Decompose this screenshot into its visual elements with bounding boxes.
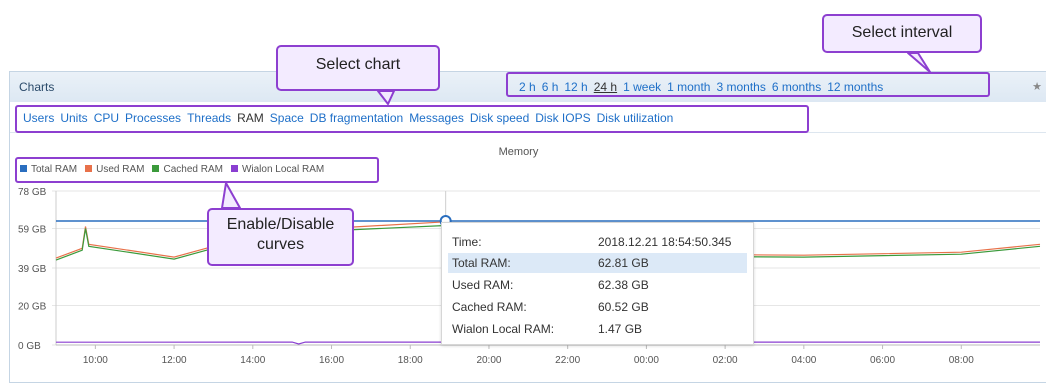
chart-tooltip: Time: 2018.12.21 18:54:50.345 Total RAM: 62…	[441, 222, 754, 345]
callout-pointer-interval	[907, 52, 931, 73]
callout-select-interval-text: Select interval	[851, 24, 953, 41]
x-tick-label: 16:00	[319, 355, 344, 366]
tooltip-value: 60.52 GB	[598, 300, 649, 314]
x-tick-label: 22:00	[555, 355, 580, 366]
x-tick-label: 06:00	[870, 355, 895, 366]
tooltip-row: Wialon Local RAM: 1.47 GB	[448, 319, 747, 339]
interval-outline	[506, 72, 990, 97]
legend-outline	[15, 157, 379, 183]
y-tick-label: 20 GB	[18, 302, 47, 313]
tooltip-value: 2018.12.21 18:54:50.345	[598, 235, 732, 249]
x-tick-label: 12:00	[162, 355, 187, 366]
tooltip-row: Total RAM: 62.81 GB	[448, 253, 747, 273]
tooltip-key: Cached RAM:	[452, 300, 527, 314]
callout-enable-disable-text: Enable/Disable curves	[226, 216, 335, 253]
x-tick-label: 04:00	[791, 355, 816, 366]
x-tick-label: 20:00	[476, 355, 501, 366]
x-tick-label: 02:00	[713, 355, 738, 366]
callout-pointer-chart	[377, 90, 395, 105]
callout-select-chart-text: Select chart	[315, 56, 401, 73]
tooltip-row: Used RAM: 62.38 GB	[448, 275, 747, 295]
tooltip-row: Time: 2018.12.21 18:54:50.345	[448, 232, 747, 252]
tooltip-key: Total RAM:	[452, 256, 511, 270]
tooltip-key: Time:	[452, 235, 482, 249]
tooltip-key: Used RAM:	[452, 278, 514, 292]
tooltip-value: 62.81 GB	[598, 256, 649, 270]
y-tick-label: 39 GB	[18, 264, 47, 275]
tooltip-value: 1.47 GB	[598, 322, 643, 336]
callout-pointer-curves	[221, 182, 241, 209]
x-tick-label: 14:00	[240, 355, 265, 366]
tooltip-value: 62.38 GB	[598, 278, 649, 292]
x-tick-label: 18:00	[398, 355, 423, 366]
x-tick-label: 08:00	[949, 355, 974, 366]
y-tick-label: 59 GB	[18, 225, 47, 236]
tabs-outline	[15, 105, 809, 133]
x-tick-label: 00:00	[634, 355, 659, 366]
tooltip-row: Cached RAM: 60.52 GB	[448, 297, 747, 317]
x-tick-label: 10:00	[83, 355, 108, 366]
tooltip-key: Wialon Local RAM:	[452, 322, 555, 336]
y-tick-label: 0 GB	[18, 341, 41, 352]
y-tick-label: 78 GB	[18, 187, 47, 198]
